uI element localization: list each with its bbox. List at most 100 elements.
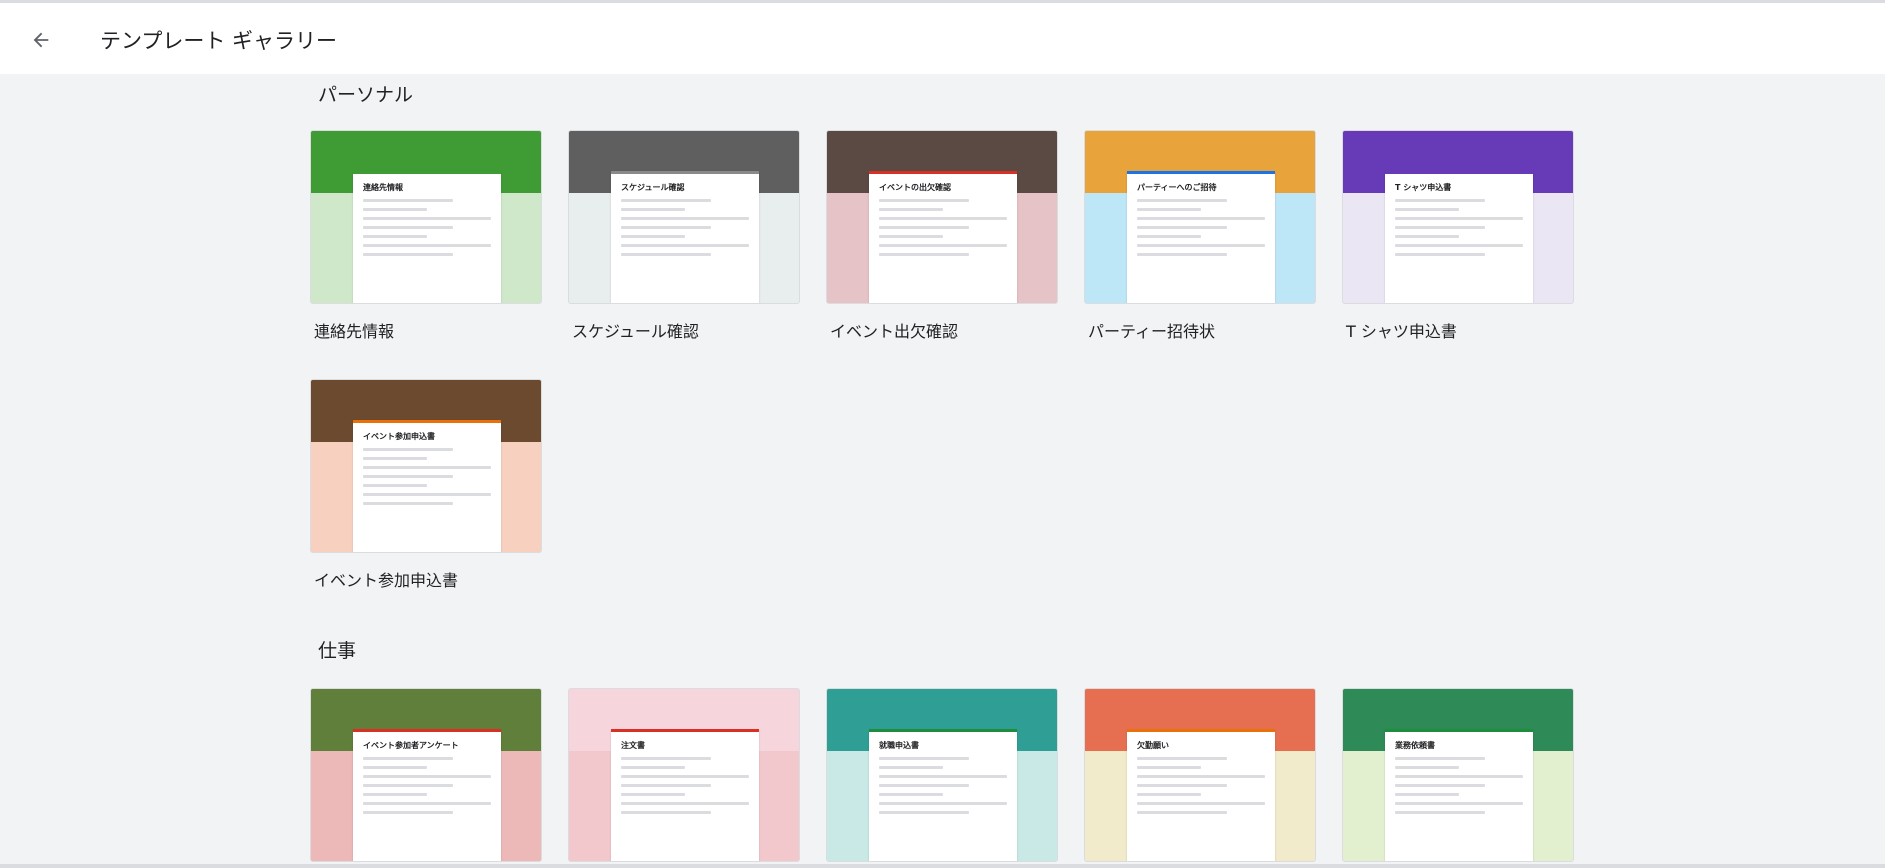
template-card-label[interactable]: イベント参加申込書 — [314, 567, 542, 591]
form-preview-line — [879, 811, 969, 814]
form-preview-line — [1137, 226, 1227, 229]
form-preview-line — [1137, 811, 1227, 814]
form-preview-title: 就職申込書 — [879, 741, 919, 750]
form-preview-line — [1395, 235, 1459, 238]
form-preview-line — [879, 235, 943, 238]
template-card[interactable]: 欠勤願い — [1084, 688, 1316, 862]
form-preview-line — [1395, 757, 1485, 760]
form-preview-line — [1137, 757, 1227, 760]
template-card[interactable]: イベント参加者アンケート — [310, 688, 542, 862]
form-preview: イベントの出欠確認 — [869, 171, 1017, 303]
form-preview: パーティーへのご招待 — [1127, 171, 1275, 303]
form-preview-title: 欠勤願い — [1137, 741, 1169, 750]
template-thumbnail[interactable]: イベント参加申込書 — [310, 379, 542, 553]
bottom-scroll-edge — [0, 864, 1885, 868]
template-thumbnail[interactable]: 就職申込書 — [826, 688, 1058, 862]
template-card[interactable]: 就職申込書 — [826, 688, 1058, 862]
template-card[interactable]: スケジュール確認 スケジュール確認 — [568, 130, 800, 342]
template-card[interactable]: イベント参加申込書 イベント参加申込書 — [310, 379, 542, 591]
form-preview-line — [363, 244, 491, 247]
form-preview-line — [363, 757, 453, 760]
form-preview-line — [621, 793, 685, 796]
form-preview-line — [363, 802, 491, 805]
form-preview-line — [1137, 766, 1201, 769]
form-preview-line — [363, 766, 427, 769]
form-preview-line — [363, 502, 453, 505]
form-preview-title: T シャツ申込書 — [1395, 183, 1452, 192]
form-preview-title: 注文書 — [621, 741, 645, 750]
form-preview-line — [363, 493, 491, 496]
form-preview-line — [621, 226, 711, 229]
form-preview-line — [1137, 784, 1227, 787]
form-preview-line — [363, 235, 427, 238]
form-preview-line — [363, 466, 491, 469]
form-preview-title: 連絡先情報 — [363, 183, 403, 192]
form-preview-line — [1137, 244, 1265, 247]
form-preview-line — [1137, 793, 1201, 796]
template-card-label[interactable]: T シャツ申込書 — [1346, 318, 1574, 342]
template-card[interactable]: パーティーへのご招待パーティー招待状 — [1084, 130, 1316, 342]
form-preview-line — [621, 208, 685, 211]
form-preview-line — [1137, 235, 1201, 238]
template-card[interactable]: 注文書 — [568, 688, 800, 862]
template-card[interactable]: 連絡先情報 連絡先情報 — [310, 130, 542, 342]
form-preview-line — [879, 208, 943, 211]
form-preview-line — [1137, 208, 1201, 211]
template-thumbnail[interactable]: 注文書 — [568, 688, 800, 862]
template-thumbnail[interactable]: パーティーへのご招待 — [1084, 130, 1316, 304]
template-card-label[interactable]: パーティー招待状 — [1088, 318, 1316, 342]
form-preview: イベント参加申込書 — [353, 420, 501, 552]
form-preview-line — [363, 217, 491, 220]
form-preview-title: イベントの出欠確認 — [879, 183, 951, 192]
form-preview-line — [363, 784, 453, 787]
template-thumbnail[interactable]: スケジュール確認 — [568, 130, 800, 304]
template-thumbnail[interactable]: 連絡先情報 — [310, 130, 542, 304]
form-preview-line — [879, 199, 969, 202]
form-preview-line — [879, 226, 969, 229]
form-preview-line — [879, 757, 969, 760]
form-preview-line — [879, 244, 1007, 247]
form-preview-line — [1137, 775, 1265, 778]
arrow-left-icon — [33, 32, 49, 48]
form-preview-line — [363, 253, 453, 256]
form-preview: 就職申込書 — [869, 729, 1017, 861]
form-preview-line — [1395, 217, 1523, 220]
form-preview-line — [1395, 766, 1459, 769]
top-bar: テンプレート ギャラリー — [0, 0, 1885, 74]
template-card[interactable]: 業務依頼書 — [1342, 688, 1574, 862]
form-preview-line — [1395, 775, 1523, 778]
form-preview-line — [363, 226, 453, 229]
form-preview-line — [1395, 253, 1485, 256]
template-thumbnail[interactable]: T シャツ申込書 — [1342, 130, 1574, 304]
form-preview-line — [621, 775, 749, 778]
form-preview-line — [621, 802, 749, 805]
section-title: 仕事 — [318, 640, 357, 662]
form-preview-line — [621, 199, 711, 202]
template-thumbnail[interactable]: 欠勤願い — [1084, 688, 1316, 862]
back-button[interactable] — [24, 23, 58, 57]
form-preview: 欠勤願い — [1127, 729, 1275, 861]
section-title: パーソナル — [318, 84, 414, 106]
form-preview-line — [1395, 199, 1485, 202]
form-preview-line — [363, 793, 427, 796]
template-card[interactable]: イベントの出欠確認イベント出欠確認 — [826, 130, 1058, 342]
template-thumbnail[interactable]: イベント参加者アンケート — [310, 688, 542, 862]
template-thumbnail[interactable]: イベントの出欠確認 — [826, 130, 1058, 304]
form-preview-title: イベント参加申込書 — [363, 432, 435, 441]
form-preview-line — [879, 217, 1007, 220]
form-preview-line — [879, 766, 943, 769]
form-preview-line — [879, 775, 1007, 778]
form-preview-line — [1395, 811, 1485, 814]
form-preview-line — [363, 457, 427, 460]
template-thumbnail[interactable]: 業務依頼書 — [1342, 688, 1574, 862]
template-card[interactable]: T シャツ申込書 T シャツ申込書 — [1342, 130, 1574, 342]
template-card-label[interactable]: スケジュール確認 — [572, 318, 800, 342]
form-preview-line — [363, 475, 453, 478]
template-card-label[interactable]: イベント出欠確認 — [830, 318, 1058, 342]
template-card-label[interactable]: 連絡先情報 — [314, 318, 542, 342]
form-preview-line — [621, 757, 711, 760]
form-preview-line — [1395, 226, 1485, 229]
form-preview-line — [1395, 784, 1485, 787]
form-preview: 注文書 — [611, 729, 759, 861]
form-preview-title: パーティーへのご招待 — [1137, 183, 1217, 192]
